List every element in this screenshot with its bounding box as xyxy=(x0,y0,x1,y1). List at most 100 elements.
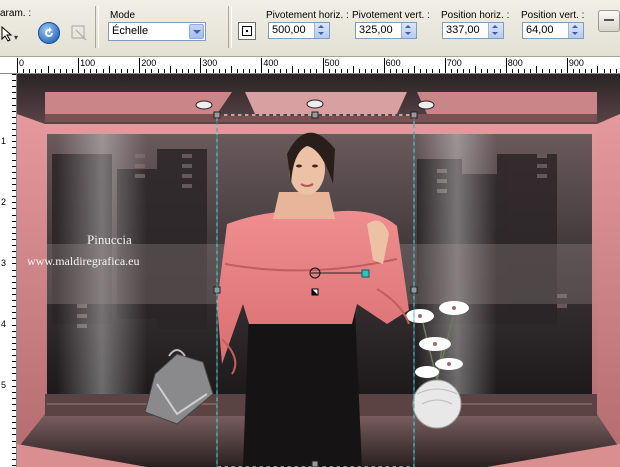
ruler-label: 5 xyxy=(1,380,7,391)
ruler-tick xyxy=(12,135,16,137)
ruler-tick xyxy=(12,293,16,295)
ruler-tick xyxy=(499,69,501,73)
toolbar-separator xyxy=(95,6,99,48)
ruler-tick xyxy=(12,171,16,173)
ruler-tick xyxy=(12,116,16,118)
rot-h-input[interactable]: 500,00 xyxy=(268,22,330,39)
pos-h-spinner[interactable] xyxy=(488,23,503,38)
vertical-ruler[interactable]: 1 2 3 4 5 xyxy=(0,74,17,467)
minimize-button[interactable] xyxy=(598,10,620,32)
ruler-tick xyxy=(487,69,489,73)
ruler-tick xyxy=(12,312,16,314)
ruler-tick xyxy=(12,275,16,277)
rot-v-input[interactable]: 325,00 xyxy=(355,22,417,39)
ruler-tick xyxy=(41,69,43,73)
ruler-tick xyxy=(408,69,410,73)
ruler-tick xyxy=(12,232,16,234)
ruler-tick xyxy=(353,66,355,73)
ruler-tick xyxy=(243,69,245,73)
ruler-tick xyxy=(359,69,361,73)
ruler-tick xyxy=(108,66,110,73)
ruler-tick xyxy=(12,104,16,106)
reset-button[interactable] xyxy=(38,22,60,44)
ruler-tick xyxy=(157,69,159,73)
ruler-tick xyxy=(12,397,16,399)
ruler-label: 600 xyxy=(385,58,401,68)
ruler-tick xyxy=(285,69,287,73)
mode-select[interactable]: Échelle xyxy=(108,22,206,41)
chevron-down-icon[interactable] xyxy=(189,24,204,39)
pos-h-value: 337,00 xyxy=(446,24,480,36)
ruler-tick xyxy=(560,69,562,73)
ruler-tick xyxy=(524,69,526,73)
resize-handle-top-right[interactable] xyxy=(410,111,418,119)
ruler-tick xyxy=(12,440,16,442)
watermark-name: Pinuccia xyxy=(87,232,132,247)
ruler-tick xyxy=(12,287,16,289)
rot-v-spinner[interactable] xyxy=(401,23,416,38)
ruler-tick xyxy=(218,69,220,73)
ruler-tick xyxy=(554,69,556,73)
ruler-tick xyxy=(114,69,116,73)
ruler-tick xyxy=(456,69,458,73)
ruler-tick xyxy=(475,66,477,73)
center-on-canvas-icon[interactable] xyxy=(238,22,256,40)
ruler-tick xyxy=(12,428,16,430)
ruler-tick xyxy=(255,69,257,73)
ruler-tick xyxy=(481,69,483,73)
ruler-tick xyxy=(12,226,16,228)
ruler-tick xyxy=(377,69,379,73)
image-canvas[interactable]: Pinuccia www.maldiregrafica.eu xyxy=(17,74,620,467)
ruler-tick xyxy=(346,69,348,73)
ruler-tick xyxy=(542,69,544,73)
pos-h-input[interactable]: 337,00 xyxy=(442,22,504,39)
resize-handle-top-left[interactable] xyxy=(213,111,221,119)
ruler-tick xyxy=(12,342,16,344)
ruler-tick xyxy=(493,69,495,73)
ruler-tick xyxy=(71,69,73,73)
resize-handle-bottom[interactable] xyxy=(311,460,319,467)
rot-h-spinner[interactable] xyxy=(314,23,329,38)
ruler-tick xyxy=(78,58,80,73)
pos-v-value: 64,00 xyxy=(526,24,554,36)
pos-h-label: Position horiz. : xyxy=(441,10,510,21)
ruler-tick xyxy=(65,69,67,73)
resize-handle-top[interactable] xyxy=(311,111,319,119)
ruler-tick xyxy=(609,69,611,73)
ruler-tick xyxy=(414,66,416,73)
ruler-tick xyxy=(12,416,16,418)
ruler-tick xyxy=(597,66,599,73)
mode-label: Mode xyxy=(110,10,136,21)
ruler-tick xyxy=(133,69,135,73)
presets-dropdown-icon[interactable]: ▾ xyxy=(14,33,18,42)
ruler-tick xyxy=(12,318,16,320)
ruler-tick xyxy=(12,165,16,167)
ruler-tick xyxy=(12,452,16,454)
artwork-image[interactable]: Pinuccia www.maldiregrafica.eu xyxy=(17,74,620,467)
ruler-tick xyxy=(236,69,238,73)
ruler-tick xyxy=(12,183,16,185)
pos-v-spinner[interactable] xyxy=(568,23,583,38)
ruler-tick xyxy=(249,69,251,73)
ruler-tick xyxy=(591,69,593,73)
ruler-tick xyxy=(316,69,318,73)
ruler-tick xyxy=(371,69,373,73)
pos-v-input[interactable]: 64,00 xyxy=(522,22,584,39)
horizontal-ruler[interactable]: 0 100 200 300 400 500 600 700 800 900 xyxy=(0,57,620,74)
ruler-tick xyxy=(12,458,16,460)
ruler-tick xyxy=(12,336,16,338)
ruler-tick xyxy=(12,281,16,283)
ruler-tick xyxy=(12,251,16,253)
ruler-tick xyxy=(450,69,452,73)
deform-options-icon[interactable] xyxy=(70,24,88,42)
ruler-tick xyxy=(120,69,122,73)
ruler-label: 300 xyxy=(202,58,218,68)
pointer-tool-icon[interactable] xyxy=(0,25,22,46)
ruler-label: 1 xyxy=(1,136,7,146)
rotation-handle[interactable] xyxy=(361,269,370,278)
rot-v-label: Pivotement vert. : xyxy=(352,10,430,21)
ruler-tick xyxy=(505,58,507,73)
ruler-tick xyxy=(548,69,550,73)
ruler-tick xyxy=(12,263,16,265)
ruler-tick xyxy=(12,410,16,412)
